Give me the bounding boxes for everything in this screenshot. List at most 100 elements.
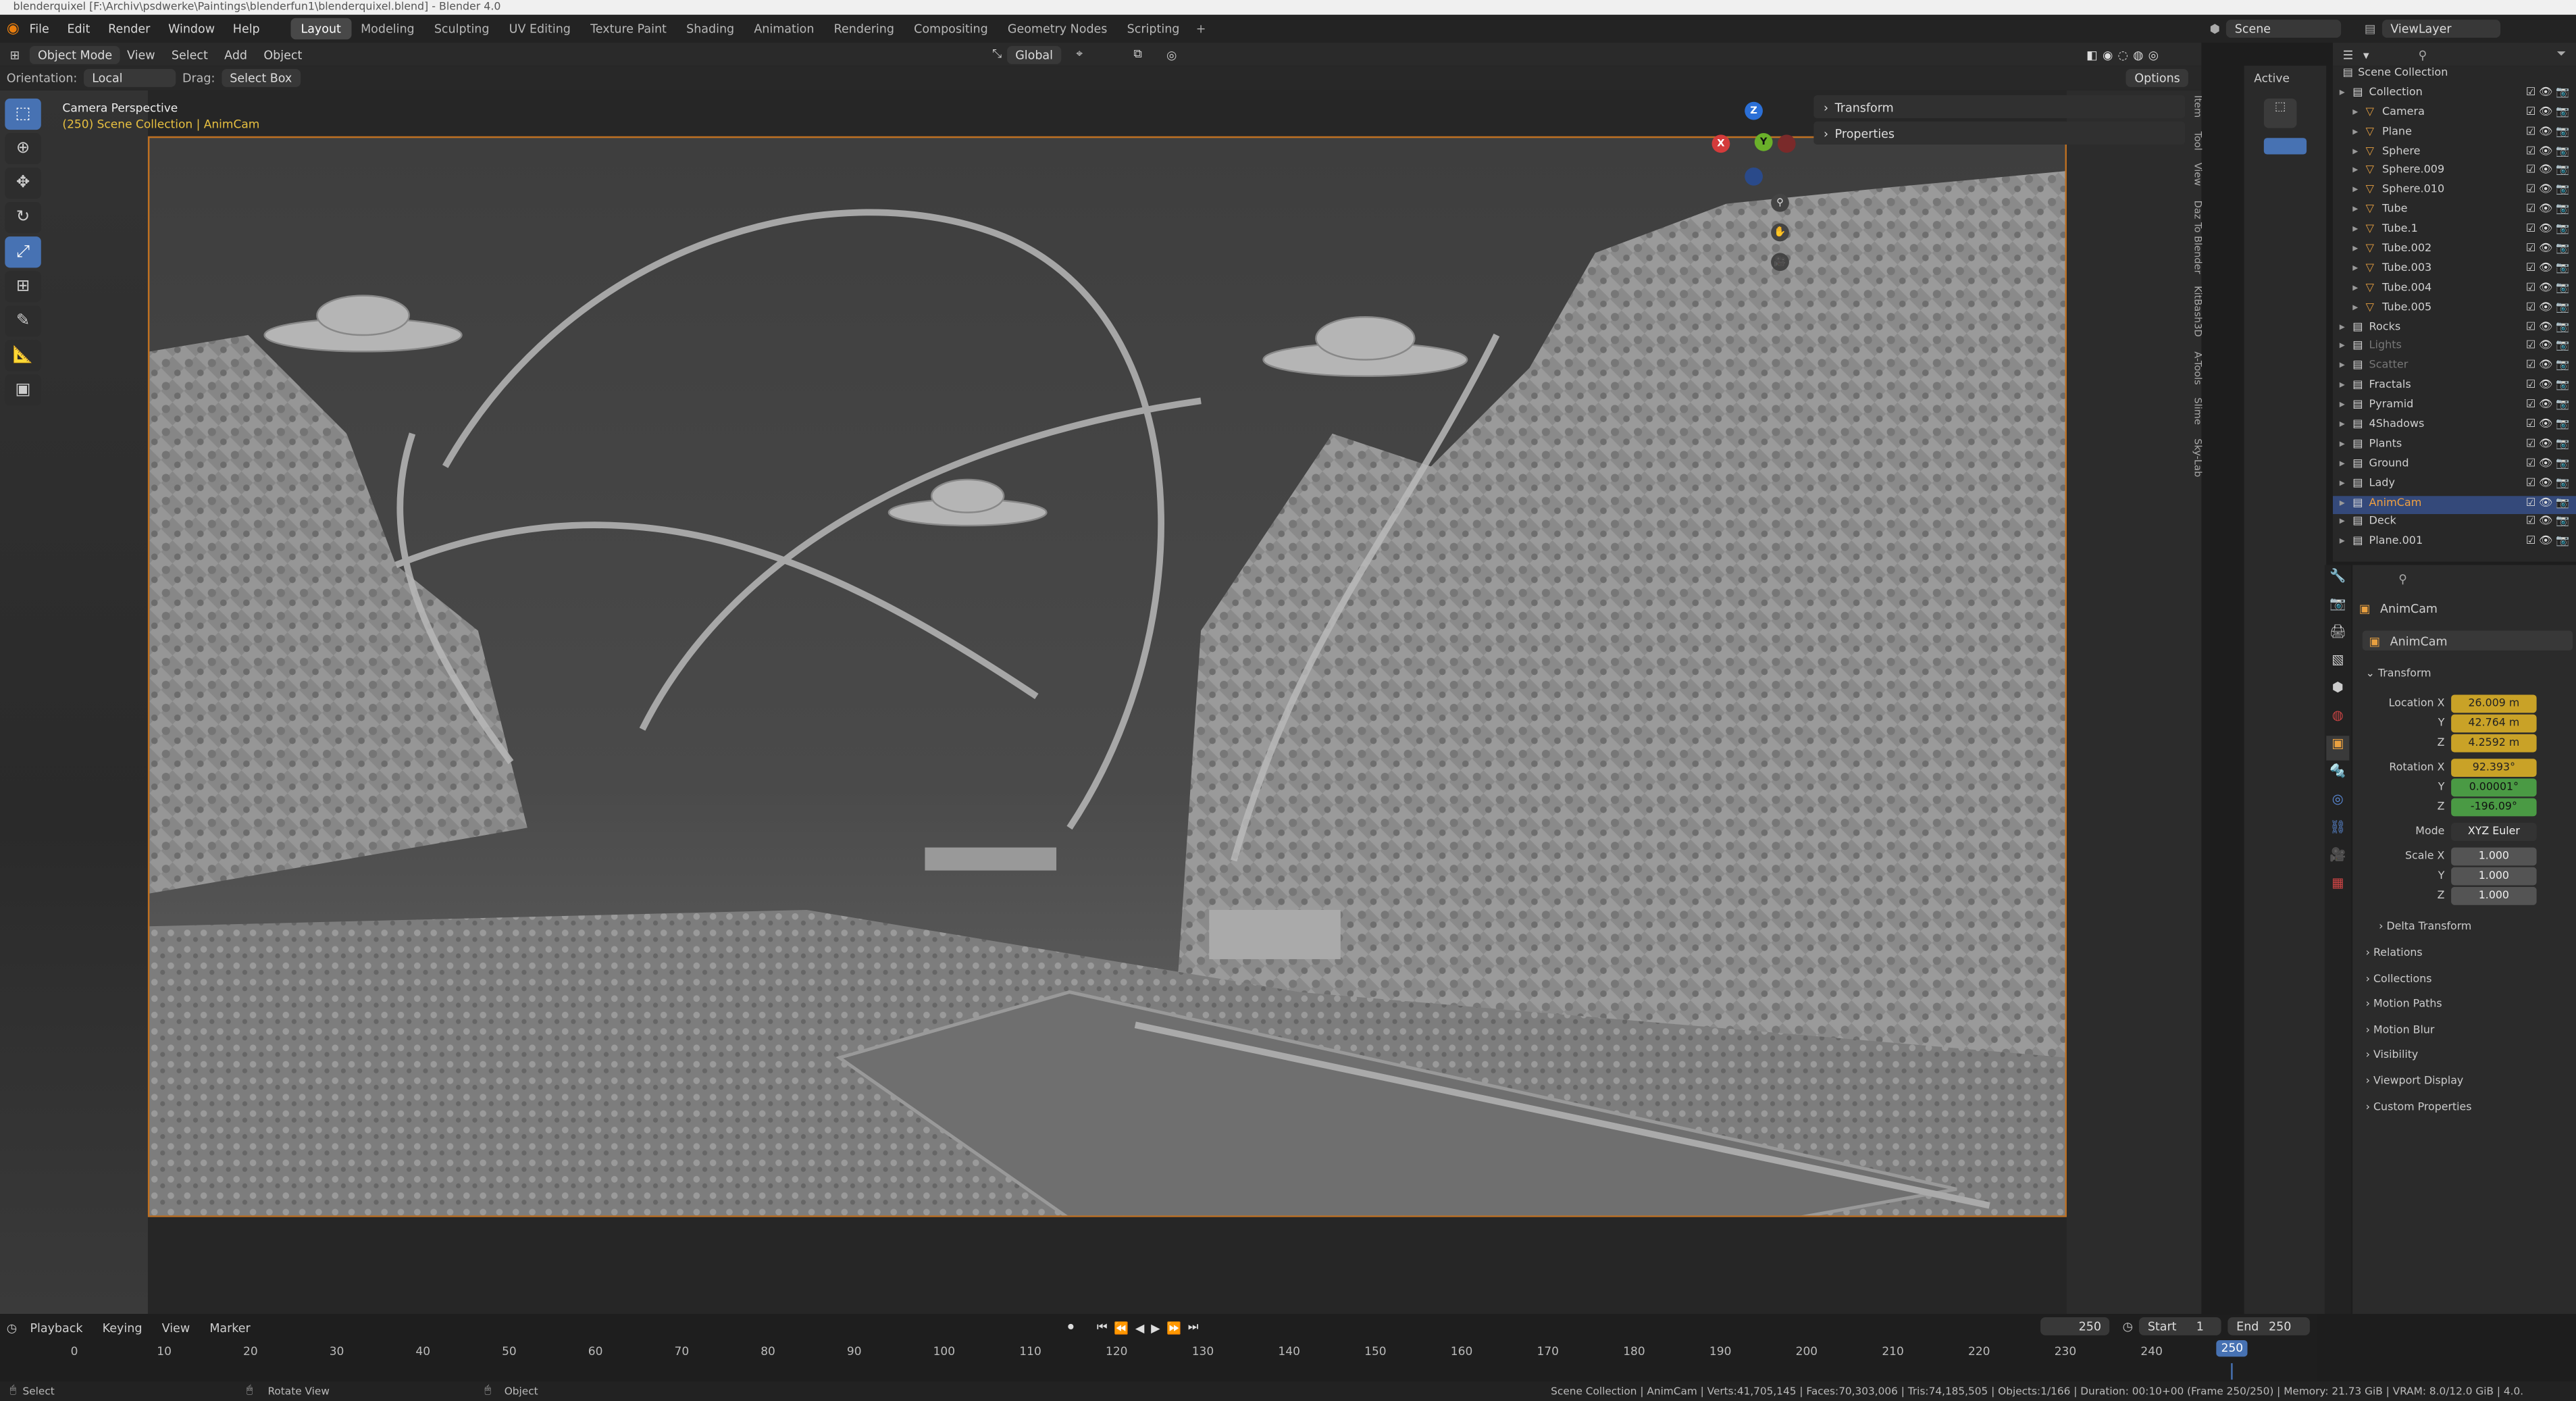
visibility-eye-icon[interactable]: ☑👁📷	[2526, 437, 2573, 450]
viewlayer-icon[interactable]: ▤	[2365, 22, 2376, 36]
visibility-eye-icon[interactable]: ☑👁📷	[2526, 280, 2573, 293]
current-frame-field[interactable]: 250	[2040, 1317, 2110, 1335]
options-dropdown[interactable]: Options	[2126, 69, 2188, 87]
expand-arrow-icon[interactable]: ▸	[2340, 534, 2345, 547]
tab-sculpting[interactable]: Sculpting	[424, 18, 499, 40]
outliner-item[interactable]: ▸ ▽ Tube.1 ☑👁📷	[2333, 222, 2576, 242]
expand-arrow-icon[interactable]: ▸	[2340, 476, 2345, 488]
outliner-item[interactable]: ▸ ▤ Lady ☑👁📷	[2333, 476, 2576, 495]
rotation-mode-dropdown[interactable]: XYZ Euler	[2451, 823, 2537, 841]
visibility-eye-icon[interactable]: ☑👁📷	[2526, 144, 2573, 157]
outliner-item[interactable]: ▸ ▤ Rocks ☑👁📷	[2333, 320, 2576, 339]
zoom-icon[interactable]: ⚲	[1771, 193, 1789, 212]
tab-uv-editing[interactable]: UV Editing	[499, 18, 580, 40]
properties-section[interactable]: › Viewport Display	[2366, 1074, 2464, 1087]
properties-section[interactable]: › Delta Transform	[2379, 920, 2471, 933]
expand-arrow-icon[interactable]: ▸	[2352, 261, 2358, 274]
location-x-field[interactable]: 26.009 m	[2451, 694, 2537, 713]
tab-compositing[interactable]: Compositing	[904, 18, 998, 40]
outliner-item[interactable]: ▸ ▤ Fractals ☑👁📷	[2333, 378, 2576, 398]
physics-tab-icon[interactable]: ◎	[2326, 792, 2349, 816]
menu-render[interactable]: Render	[108, 22, 150, 36]
outliner-item[interactable]: ▸ ▽ Tube.005 ☑👁📷	[2333, 300, 2576, 320]
tab-scripting[interactable]: Scripting	[1117, 18, 1189, 40]
properties-section[interactable]: › Relations	[2366, 946, 2423, 959]
properties-section[interactable]: › Motion Paths	[2366, 997, 2442, 1010]
timeline-menu-playback[interactable]: Playback	[30, 1321, 82, 1335]
visibility-eye-icon[interactable]: ☑👁📷	[2526, 300, 2573, 313]
scale-x-field[interactable]: 1.000	[2451, 847, 2537, 866]
cursor-tool-icon[interactable]: ⊕	[5, 132, 41, 165]
outliner-item[interactable]: ▸ ▽ Camera ☑👁📷	[2333, 105, 2576, 124]
rotation-x-field[interactable]: 92.393°	[2451, 759, 2537, 778]
transform-tool-icon[interactable]: ⊞	[5, 271, 41, 303]
outliner-item[interactable]: ▸ ▽ Sphere ☑👁📷	[2333, 144, 2576, 163]
expand-arrow-icon[interactable]: ▸	[2340, 456, 2345, 469]
transform-panel-header[interactable]: › Transform	[1813, 95, 2186, 119]
expand-arrow-icon[interactable]: ▸	[2352, 222, 2358, 235]
tab-texture-paint[interactable]: Texture Paint	[580, 18, 676, 40]
select-box-tool-icon[interactable]: ⬚	[5, 98, 41, 130]
properties-section[interactable]: › Visibility	[2366, 1048, 2419, 1061]
end-frame-field[interactable]: End 250	[2228, 1317, 2311, 1335]
menu-help[interactable]: Help	[233, 22, 260, 36]
filter-icon[interactable]: ⏷	[2556, 46, 2566, 62]
viewport-menu-object[interactable]: Object	[263, 47, 302, 61]
properties-section[interactable]: › Custom Properties	[2366, 1100, 2472, 1113]
outliner-item[interactable]: ▸ ▤ Collection ☑👁📷	[2333, 85, 2576, 105]
visibility-eye-icon[interactable]: ☑👁📷	[2526, 476, 2573, 488]
sidebar-tab-sky-lab[interactable]: Sky-Lab	[2192, 438, 2203, 476]
outliner-item[interactable]: ▸ ▽ Plane ☑👁📷	[2333, 124, 2576, 144]
outliner-item[interactable]: ▸ ▽ Sphere.010 ☑👁📷	[2333, 183, 2576, 203]
timeline-menu-view[interactable]: View	[162, 1321, 190, 1335]
annotate-tool-icon[interactable]: ✎	[5, 305, 41, 337]
gizmo-y-axis[interactable]: Y	[1754, 132, 1773, 151]
scale-z-field[interactable]: 1.000	[2451, 886, 2537, 905]
outliner-item[interactable]: ▸ ▤ 4Shadows ☑👁📷	[2333, 417, 2576, 437]
expand-arrow-icon[interactable]: ▸	[2340, 320, 2345, 332]
sidebar-tab-tool[interactable]: Tool	[2192, 131, 2203, 150]
texture-tab-icon[interactable]: ▦	[2326, 875, 2349, 900]
visibility-eye-icon[interactable]: ☑👁📷	[2526, 534, 2573, 547]
jump-start-icon[interactable]: ⏮	[1097, 1319, 1108, 1335]
expand-arrow-icon[interactable]: ▸	[2340, 417, 2345, 430]
visibility-eye-icon[interactable]: ☑👁📷	[2526, 241, 2573, 254]
expand-arrow-icon[interactable]: ▸	[2352, 183, 2358, 196]
visibility-eye-icon[interactable]: ☑👁📷	[2526, 85, 2573, 98]
properties-panel-header[interactable]: › Properties	[1813, 121, 2186, 145]
expand-arrow-icon[interactable]: ▸	[2352, 280, 2358, 293]
prev-key-icon[interactable]: ⏪	[1114, 1320, 1129, 1335]
tab-shading[interactable]: Shading	[677, 18, 744, 40]
visibility-eye-icon[interactable]: ☑👁📷	[2526, 398, 2573, 411]
properties-section[interactable]: › Motion Blur	[2366, 1023, 2435, 1036]
visibility-eye-icon[interactable]: ☑👁📷	[2526, 359, 2573, 372]
scene-tab-icon[interactable]: ⬢	[2326, 680, 2349, 705]
scale-tool-icon[interactable]: ⤢	[5, 236, 41, 268]
editor-type-icon[interactable]: ⊞	[10, 47, 20, 61]
play-reverse-icon[interactable]: ◀	[1135, 1320, 1144, 1335]
mode-dropdown[interactable]: Object Mode	[29, 45, 121, 63]
expand-arrow-icon[interactable]: ▸	[2352, 105, 2358, 118]
tab-rendering[interactable]: Rendering	[824, 18, 904, 40]
expand-arrow-icon[interactable]: ▸	[2340, 437, 2345, 450]
expand-arrow-icon[interactable]: ▸	[2340, 339, 2345, 352]
search-icon[interactable]: ⚲	[2419, 47, 2427, 61]
sidebar-tab-daz-to-blender[interactable]: Daz To Blender	[2192, 200, 2203, 274]
viewport-menu-select[interactable]: Select	[172, 47, 208, 61]
visibility-eye-icon[interactable]: ☑👁📷	[2526, 222, 2573, 235]
add-workspace-icon[interactable]: +	[1196, 22, 1206, 36]
expand-arrow-icon[interactable]: ▸	[2340, 85, 2345, 98]
modifier-tab-icon[interactable]: 🔩	[2326, 764, 2349, 788]
next-key-icon[interactable]: ⏩	[1166, 1320, 1181, 1335]
sidebar-tab-item[interactable]: Item	[2192, 95, 2203, 118]
menu-edit[interactable]: Edit	[67, 22, 90, 36]
expand-arrow-icon[interactable]: ▸	[2352, 124, 2358, 137]
tab-modeling[interactable]: Modeling	[351, 18, 425, 40]
menu-window[interactable]: Window	[168, 22, 215, 36]
visibility-eye-icon[interactable]: ☑👁📷	[2526, 456, 2573, 469]
expand-arrow-icon[interactable]: ▸	[2340, 378, 2345, 391]
measure-tool-icon[interactable]: 📐	[5, 340, 41, 372]
visibility-eye-icon[interactable]: ☑👁📷	[2526, 320, 2573, 332]
outliner-item[interactable]: ▸ ▤ Plants ☑👁📷	[2333, 437, 2576, 457]
viewport-shading-icons[interactable]: ◧◉◌◍◎	[2086, 47, 2163, 61]
